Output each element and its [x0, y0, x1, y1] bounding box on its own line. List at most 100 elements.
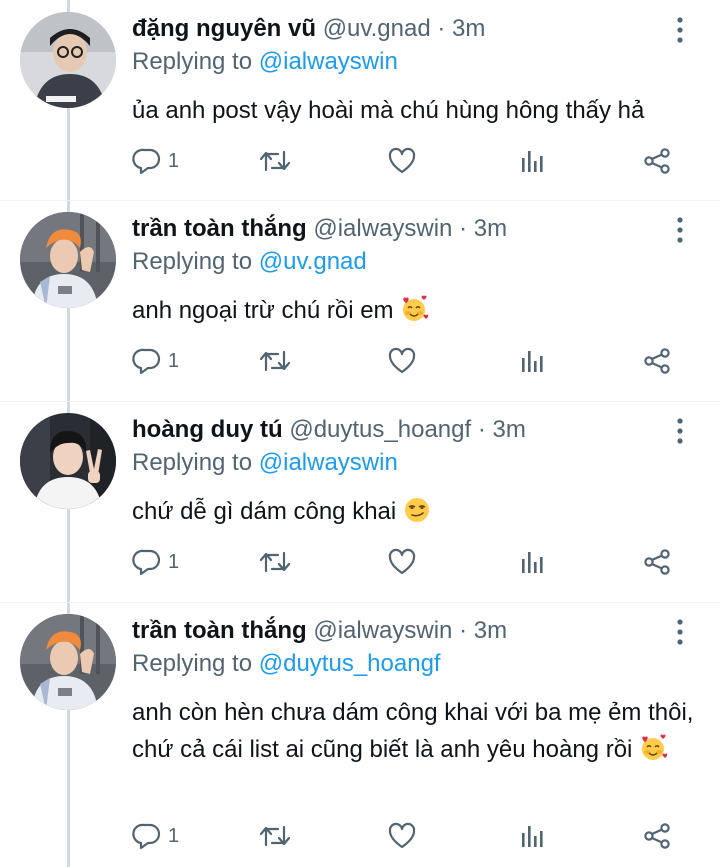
user-handle[interactable]: @ialwayswin — [313, 617, 452, 644]
avatar[interactable] — [20, 212, 116, 308]
person-avatar-peace-sign — [20, 413, 116, 509]
views-button[interactable] — [517, 818, 547, 854]
views-icon — [522, 552, 543, 573]
reply-icon — [132, 348, 161, 375]
reply-button[interactable]: 1 — [132, 818, 179, 854]
retweet-icon — [259, 825, 291, 847]
retweet-icon — [259, 150, 291, 172]
avatar[interactable] — [20, 614, 116, 710]
like-button[interactable] — [387, 818, 417, 854]
timestamp[interactable]: 3m — [493, 416, 526, 443]
replying-label: Replying to — [132, 650, 253, 677]
separator-dot: · — [477, 416, 486, 443]
reply-icon — [132, 148, 161, 175]
like-icon — [388, 347, 416, 374]
separator-dot: · — [459, 617, 468, 644]
tweet[interactable]: đặng nguyên vũ @uv.gnad · 3m Replying to… — [0, 0, 720, 201]
share-icon — [644, 148, 670, 174]
reply-button[interactable]: 1 — [132, 343, 179, 379]
reply-button[interactable]: 1 — [132, 143, 179, 179]
views-icon — [522, 351, 543, 372]
like-icon — [388, 822, 416, 849]
views-icon — [522, 151, 543, 172]
separator-dot: · — [437, 15, 446, 42]
more-button[interactable] — [664, 214, 696, 246]
smiling-face-with-hearts-icon — [642, 734, 668, 760]
views-button[interactable] — [517, 343, 547, 379]
tweet[interactable]: hoàng duy tú @duytus_hoangf · 3m Replyin… — [0, 401, 720, 603]
reply-mention-link[interactable]: @ialwayswin — [259, 449, 398, 476]
display-name[interactable]: đặng nguyên vũ — [132, 15, 316, 42]
avatar[interactable] — [20, 413, 116, 509]
reply-count: 1 — [168, 550, 180, 573]
views-icon — [522, 826, 543, 847]
tweet-text-content: anh còn hèn chưa dám công khai với ba mẹ… — [132, 699, 694, 763]
timestamp[interactable]: 3m — [452, 15, 485, 42]
more-icon — [677, 619, 683, 645]
reply-count: 1 — [168, 149, 180, 172]
action-bar: 1 — [132, 544, 692, 580]
reply-mention-link[interactable]: @ialwayswin — [259, 48, 398, 75]
tweet[interactable]: trần toàn thắng @ialwayswin · 3m Replyin… — [0, 602, 720, 867]
more-button[interactable] — [664, 415, 696, 447]
reply-mention-link[interactable]: @uv.gnad — [259, 248, 367, 275]
action-bar: 1 — [132, 818, 692, 854]
replying-to: Replying to @ialwayswin — [132, 46, 398, 78]
like-icon — [388, 548, 416, 575]
display-name[interactable]: trần toàn thắng — [132, 617, 307, 644]
reply-icon — [132, 549, 161, 576]
display-name[interactable]: hoàng duy tú — [132, 416, 283, 443]
share-button[interactable] — [642, 544, 672, 580]
tweet-text: anh ngoại trừ chú rồi em — [132, 292, 707, 329]
replying-label: Replying to — [132, 48, 253, 75]
replying-to: Replying to @duytus_hoangf — [132, 648, 441, 680]
timestamp[interactable]: 3m — [474, 215, 507, 242]
tweet-text-content: chứ dễ gì dám công khai — [132, 498, 403, 525]
like-button[interactable] — [387, 544, 417, 580]
tweet-text-content: ủa anh post vậy hoài mà chú hùng hông th… — [132, 97, 645, 124]
like-icon — [388, 147, 416, 174]
views-button[interactable] — [517, 143, 547, 179]
reply-icon — [132, 823, 161, 850]
replying-to: Replying to @ialwayswin — [132, 447, 398, 479]
more-button[interactable] — [664, 616, 696, 648]
avatar[interactable] — [20, 12, 116, 108]
retweet-button[interactable] — [258, 544, 292, 580]
more-icon — [677, 217, 683, 243]
smiling-face-with-hearts-icon — [403, 295, 429, 321]
tweet-text: ủa anh post vậy hoài mà chú hùng hông th… — [132, 92, 707, 129]
replying-to: Replying to @uv.gnad — [132, 246, 367, 278]
reply-count: 1 — [168, 824, 180, 847]
tweet-text: anh còn hèn chưa dám công khai với ba mẹ… — [132, 694, 707, 768]
action-bar: 1 — [132, 143, 692, 179]
tweet-header: đặng nguyên vũ @uv.gnad · 3m — [132, 12, 485, 46]
share-icon — [644, 549, 670, 575]
share-icon — [644, 823, 670, 849]
user-handle[interactable]: @ialwayswin — [313, 215, 452, 242]
user-handle[interactable]: @duytus_hoangf — [289, 416, 471, 443]
reply-button[interactable]: 1 — [132, 544, 179, 580]
like-button[interactable] — [387, 143, 417, 179]
tweet-text: chứ dễ gì dám công khai — [132, 493, 707, 530]
retweet-button[interactable] — [258, 343, 292, 379]
share-button[interactable] — [642, 818, 672, 854]
views-button[interactable] — [517, 544, 547, 580]
more-button[interactable] — [664, 14, 696, 46]
person-avatar-glasses — [20, 12, 116, 108]
replying-label: Replying to — [132, 449, 253, 476]
retweet-button[interactable] — [258, 143, 292, 179]
more-icon — [677, 17, 683, 43]
share-button[interactable] — [642, 343, 672, 379]
person-avatar-orange-hair — [20, 614, 116, 710]
retweet-button[interactable] — [258, 818, 292, 854]
share-button[interactable] — [642, 143, 672, 179]
share-icon — [644, 348, 670, 374]
display-name[interactable]: trần toàn thắng — [132, 215, 307, 242]
tweet-text-content: anh ngoại trừ chú rồi em — [132, 297, 401, 324]
tweet[interactable]: trần toàn thắng @ialwayswin · 3m Replyin… — [0, 200, 720, 402]
user-handle[interactable]: @uv.gnad — [323, 15, 431, 42]
reply-mention-link[interactable]: @duytus_hoangf — [259, 650, 441, 677]
tweet-header: trần toàn thắng @ialwayswin · 3m — [132, 614, 507, 648]
like-button[interactable] — [387, 343, 417, 379]
timestamp[interactable]: 3m — [474, 617, 507, 644]
